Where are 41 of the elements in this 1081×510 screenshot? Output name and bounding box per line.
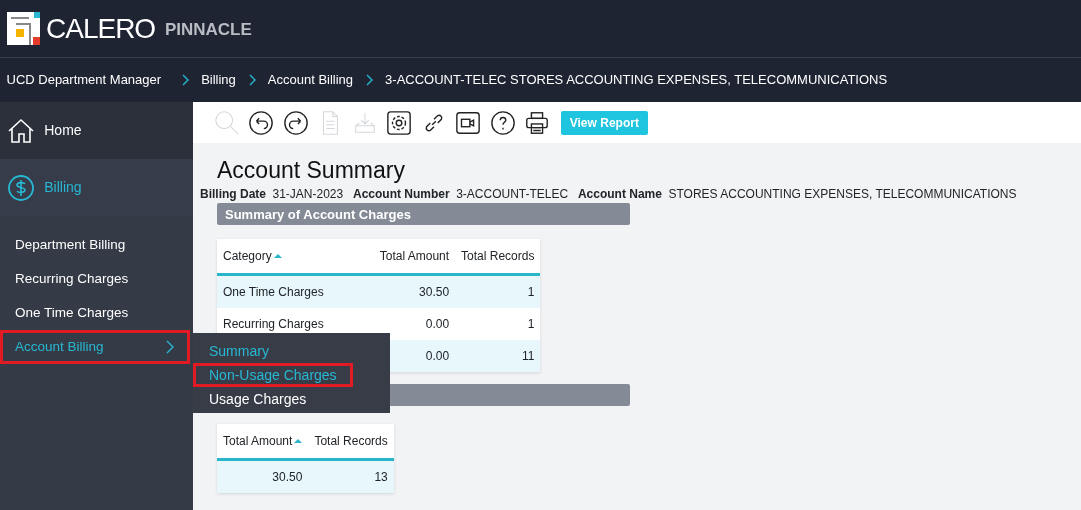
settings-icon[interactable] [385, 108, 413, 137]
sidebar-item[interactable]: Department Billing [0, 228, 190, 262]
submenu-item[interactable]: Usage Charges [193, 387, 323, 411]
table-cell: Recurring Charges [223, 317, 324, 332]
sidebar-item[interactable]: One Time Charges [0, 296, 190, 330]
breadcrumb-link[interactable]: Billing [201, 70, 236, 90]
table-cell: 1 [527, 285, 535, 300]
field-label: Account Name [577, 186, 662, 204]
sidebar-section[interactable]: Home [0, 102, 193, 159]
section-header: Summary of Account Charges [217, 203, 630, 226]
table-cell: 1 [527, 317, 535, 332]
redo-icon[interactable] [281, 108, 310, 137]
field-value: STORES ACCOUNTING EXPENSES, TELECOMMUNICATIONS [668, 186, 1017, 204]
sort-icon [273, 253, 282, 260]
table-cell: 0.00 [425, 349, 450, 364]
sidebar-item[interactable]: Recurring Charges [0, 262, 190, 296]
help-icon[interactable] [488, 108, 517, 137]
chevron-icon [247, 74, 258, 86]
table-cell: 0.00 [425, 317, 450, 332]
field-value: 3-ACCOUNT-TELEC [456, 186, 569, 204]
breadcrumb-link[interactable]: UCD Department Manager [6, 70, 162, 90]
logo-text: CALERO [46, 11, 156, 46]
submenu-item[interactable]: Summary [193, 339, 285, 363]
product-name: PINNACLE [164, 19, 252, 42]
breadcrumb-link[interactable]: Account Billing [267, 70, 354, 90]
page-title: Account Summary [216, 159, 406, 182]
table-cell: 30.50 [272, 470, 303, 485]
table-cell: One Time Charges [223, 285, 324, 300]
dollar-icon [6, 173, 35, 202]
table-cell: 13 [374, 470, 388, 485]
field-value: 31-JAN-2023 [272, 186, 344, 204]
field-label: Billing Date [200, 186, 266, 204]
home-icon [6, 116, 35, 145]
field-label: Account Number [353, 186, 450, 204]
submenu-item[interactable]: Non-Usage Charges [193, 363, 353, 387]
sidebar-item[interactable]: Account Billing [0, 330, 190, 364]
sort-icon [294, 438, 303, 445]
table-cell: 30.50 [419, 285, 450, 300]
undo-icon[interactable] [247, 108, 275, 137]
table-cell: 11 [522, 349, 535, 364]
logo-icon [6, 12, 40, 45]
